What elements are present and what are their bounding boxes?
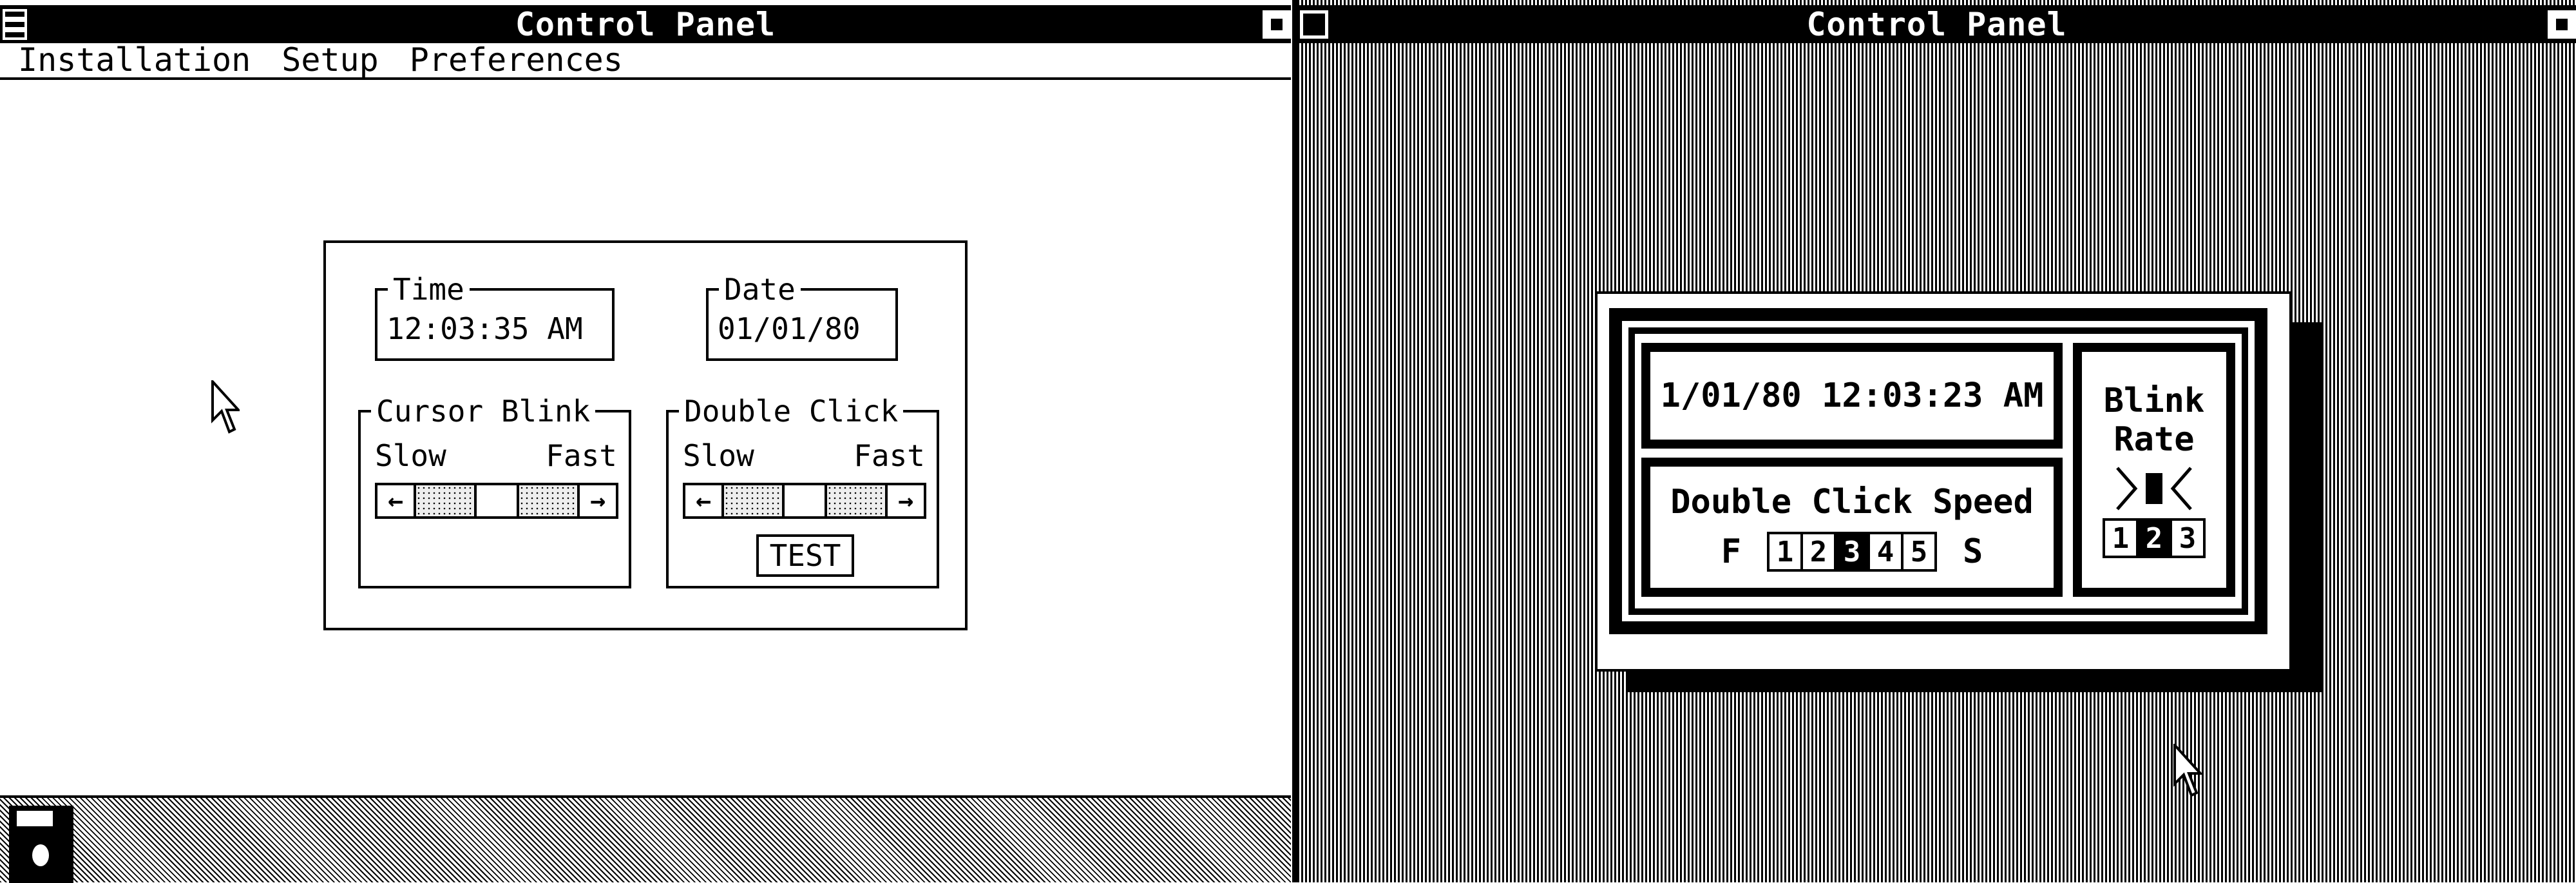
time-field[interactable]: 12:03:35 AM [386,311,583,346]
fast-label: F [1721,532,1741,571]
datetime-text: 1/01/80 12:03:23 AM [1660,376,2044,415]
menu-bar: Installation Setup Preferences [0,41,1291,80]
arrow-left-icon[interactable]: ← [685,485,724,516]
cursor-blink-slow-label: Slow [375,438,446,473]
speed-option[interactable]: 2 [1803,534,1837,569]
arrow-right-icon[interactable]: → [885,485,924,516]
test-button[interactable]: TEST [756,534,854,577]
mouse-pointer-icon [2173,744,2202,797]
speed-selector[interactable]: 1 2 3 4 5 [1767,532,1937,572]
double-click-speed-title: Double Click Speed [1670,483,2034,521]
cursor-blink-group: Cursor Blink Slow Fast ← → [358,393,631,588]
cursor-blink-fast-label: Fast [546,438,617,473]
panel-inner-frame: 1/01/80 12:03:23 AM Double Click Speed F… [1628,327,2248,615]
double-click-label: Double Click [679,393,904,429]
arrow-left-icon[interactable]: ← [377,485,416,516]
slider-track[interactable] [724,485,782,516]
speed-option[interactable]: 1 [1770,534,1803,569]
restore-icon[interactable] [1263,10,1291,39]
blink-selector[interactable]: 1 2 3 [2103,518,2206,558]
speed-option[interactable]: 4 [1870,534,1903,569]
date-label: Date [719,271,801,307]
date-field[interactable]: 01/01/80 [718,311,861,346]
date-group: Date 01/01/80 [706,271,898,361]
blink-option-selected[interactable]: 2 [2139,521,2172,556]
time-label: Time [388,271,470,307]
menu-setup[interactable]: Setup [266,41,394,79]
cursor-blink-slider[interactable]: ← → [375,483,618,519]
blink-option[interactable]: 3 [2172,521,2203,556]
double-click-slider[interactable]: ← → [683,483,926,519]
double-click-slow-label: Slow [683,438,754,473]
mouse-pointer-icon [211,380,240,434]
double-click-fast-label: Fast [854,438,925,473]
speed-option-selected[interactable]: 3 [1837,534,1870,569]
slider-track[interactable] [827,485,885,516]
desktop-taskbar [0,795,1291,883]
slider-thumb[interactable] [782,485,827,516]
blink-rate-box: Blink Rate 1 2 3 [2073,343,2235,597]
left-title-bar[interactable]: Control Panel [0,5,1291,43]
blink-option[interactable]: 1 [2105,521,2139,556]
window-menu-icon[interactable] [3,9,27,40]
settings-dialog: Time 12:03:35 AM Date 01/01/80 Cursor Bl… [323,240,968,630]
slider-track[interactable] [519,485,577,516]
double-click-speed-box: Double Click Speed F 1 2 3 4 5 S [1641,458,2063,597]
close-box-icon[interactable] [1300,10,1328,39]
right-window: Control Panel 1/01/80 12:03:23 AM Double… [1292,0,2576,882]
double-click-group: Double Click Slow Fast ← → TEST [666,393,939,588]
right-window-title: Control Panel [1806,5,2067,43]
menu-preferences[interactable]: Preferences [394,41,638,79]
restore-icon[interactable] [2548,10,2576,39]
control-panel-body: 1/01/80 12:03:23 AM Double Click Speed F… [1595,291,2292,672]
blink-title-2: Rate [2113,420,2195,459]
slider-track[interactable] [416,485,474,516]
panel-frame: 1/01/80 12:03:23 AM Double Click Speed F… [1609,308,2267,634]
arrow-right-icon[interactable]: → [577,485,616,516]
slider-thumb[interactable] [474,485,519,516]
speed-option[interactable]: 5 [1903,534,1934,569]
time-group: Time 12:03:35 AM [375,271,615,361]
blink-title-1: Blink [2103,382,2205,420]
menu-installation[interactable]: Installation [0,41,266,79]
datetime-display[interactable]: 1/01/80 12:03:23 AM [1641,343,2063,449]
cursor-blink-label: Cursor Blink [371,393,596,429]
left-window-title: Control Panel [515,5,776,43]
floppy-disk-icon[interactable] [9,806,73,883]
left-window: Control Panel Installation Setup Prefere… [0,0,1291,883]
right-title-bar[interactable]: Control Panel [1297,5,2576,43]
blink-cursor-icon [2116,467,2192,510]
slow-label: S [1963,532,1983,571]
